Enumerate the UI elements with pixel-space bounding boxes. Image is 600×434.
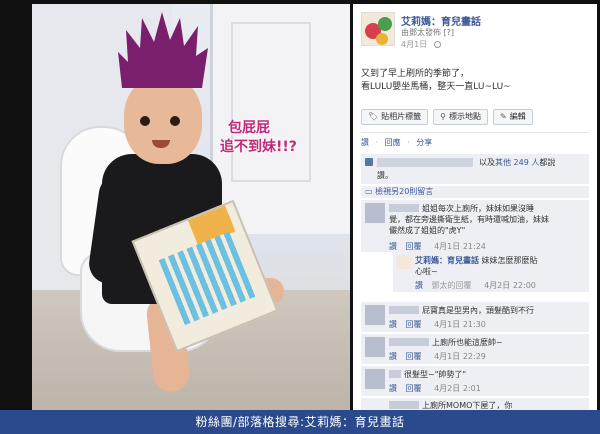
- comment-text: 上廁所也能這麼帥~: [389, 337, 585, 348]
- comment-text: 很髮型~"帥勢了": [389, 369, 585, 380]
- caption-line-2: 看LULU嬰坐馬桶，整天一直LU~LU~: [361, 82, 511, 92]
- comment-item: 上廁所也能這麼帥~ 讚 回覆 4月1日 22:29: [361, 334, 589, 364]
- share-link[interactable]: 分享: [416, 138, 432, 147]
- edit-button[interactable]: ✎ 編輯: [493, 109, 533, 125]
- add-location-label: 標示地點: [449, 112, 482, 121]
- commenter-name-blurred[interactable]: [389, 204, 419, 212]
- commenter-name-blurred[interactable]: [389, 401, 419, 409]
- speech-text: 包屁屁 追不到妹!!?: [220, 119, 297, 157]
- post-panel: 艾莉媽：育兒畫話 由鄧太發佈 [?] 4月1日 又到了早上刷所的季節了， 看LU…: [353, 4, 597, 410]
- likes-text: 以及其他 249 人都說: [479, 158, 556, 167]
- speech-line-1: 包屁屁: [228, 120, 270, 136]
- comment-link[interactable]: 回應: [385, 138, 401, 147]
- comment-reply-link[interactable]: 回覆: [406, 352, 422, 361]
- likes-summary: 以及其他 249 人都說 讚。: [361, 154, 589, 184]
- comment-item: 屁寶真是型男內，頭髮酷到不行 讚 回覆 4月1日 21:30: [361, 302, 589, 332]
- page-reply-avatar[interactable]: [397, 255, 411, 269]
- reply-time[interactable]: 4月2日 22:00: [484, 281, 536, 290]
- comment-text: 姐姐每次上廁所，妹妹如果沒睡 覺，都在旁邊撕衛生紙，有時還喊加油，妹妹 儼然成了…: [389, 204, 549, 235]
- commenter-avatar[interactable]: [365, 337, 385, 357]
- commenter-name-blurred[interactable]: [389, 370, 401, 378]
- child-eye-left: [140, 116, 150, 126]
- comment-text: 屁寶真是型男內，頭髮酷到不行: [389, 305, 585, 316]
- comment-item: 姐姐每次上廁所，妹妹如果沒睡 覺，都在旁邊撕衛生紙，有時還喊加油，妹妹 儼然成了…: [361, 200, 589, 252]
- add-location-button[interactable]: ⚲ 標示地點: [433, 109, 489, 125]
- view-more-comments-link[interactable]: ▭ 檢視另20則留言: [361, 186, 589, 198]
- child-hair: [118, 12, 208, 88]
- comment-item: 很髮型~"帥勢了" 讚 回覆 4月2日 2:01: [361, 366, 589, 396]
- commenter-avatar[interactable]: [365, 369, 385, 389]
- comment-meta: 讚 回覆 4月2日 2:01: [389, 383, 481, 394]
- comment-time[interactable]: 4月2日 2:01: [434, 384, 481, 393]
- photo-viewer: 包屁屁 追不到妹!!? 艾莉媽：育兒畫話 由鄧太發佈 [?] 4月1日 又到了早…: [0, 0, 600, 410]
- comment-meta: 讚 回覆 4月1日 21:30: [389, 319, 486, 330]
- reply-author-link[interactable]: 艾莉媽：育兒畫話: [415, 256, 479, 265]
- edit-label: 編輯: [509, 112, 526, 121]
- comment-meta: 讚 回覆 4月1日 21:24: [389, 241, 486, 252]
- comment-like-link[interactable]: 讚: [389, 384, 397, 393]
- speech-line-2: 追不到妹!!?: [220, 139, 297, 155]
- commenter-avatar[interactable]: [365, 203, 385, 223]
- comment-reply-link[interactable]: 回覆: [406, 242, 422, 251]
- page-avatar[interactable]: [361, 12, 395, 46]
- commenter-avatar[interactable]: [365, 305, 385, 325]
- caption-line-1: 又到了早上刷所的季節了，: [361, 69, 470, 79]
- liker-names-blurred: [377, 158, 473, 167]
- thumbs-up-icon: [365, 158, 373, 166]
- comment-like-link[interactable]: 讚: [389, 320, 397, 329]
- post-caption: 又到了早上刷所的季節了， 看LULU嬰坐馬桶，整天一直LU~LU~: [361, 68, 589, 94]
- comment-like-link[interactable]: 讚: [389, 352, 397, 361]
- likes-text-end: 讚。: [377, 171, 393, 180]
- reply-text: 艾莉媽：育兒畫話 妹妹怎麼那麼貼 心啦~: [415, 256, 538, 276]
- reply-meta: 讚 鄧太的回覆 4月2日 22:00: [415, 280, 536, 291]
- like-link[interactable]: 讚: [361, 138, 369, 147]
- commenter-name-blurred[interactable]: [389, 338, 429, 346]
- comment-time[interactable]: 4月1日 21:30: [434, 320, 486, 329]
- likes-others-link[interactable]: 其他: [495, 158, 511, 167]
- photo[interactable]: 包屁屁 追不到妹!!?: [32, 4, 350, 410]
- likes-count-link[interactable]: 249 人: [514, 158, 540, 167]
- tag-photo-label: 貼相片標籤: [381, 112, 422, 121]
- comment-meta: 讚 回覆 4月1日 22:29: [389, 351, 486, 362]
- commenter-name-blurred[interactable]: [389, 306, 419, 314]
- comment-like-link[interactable]: 讚: [389, 242, 397, 251]
- post-header: 艾莉媽：育兒畫話 由鄧太發佈 [?] 4月1日: [353, 4, 597, 56]
- post-date-text: 4月1日: [401, 40, 428, 49]
- comment-reply-link[interactable]: 回覆: [406, 384, 422, 393]
- divider: [361, 132, 589, 133]
- search-banner: 粉絲團/部落格搜尋:艾莉媽：育兒畫話: [0, 410, 600, 434]
- photo-actions: 🏷 貼相片標籤 ⚲ 標示地點 ✎ 編輯: [361, 109, 533, 127]
- reply-like-link[interactable]: 讚: [415, 281, 423, 290]
- tag-icon: 🏷: [368, 112, 379, 121]
- pencil-icon: ✎: [500, 112, 507, 121]
- page-name-link[interactable]: 艾莉媽：育兒畫話: [401, 13, 481, 28]
- reply-by-text: 鄧太的回覆: [431, 281, 472, 290]
- comment-text: 上廁所MOMO下屋了，你: [389, 400, 585, 410]
- comment-reply-link[interactable]: 回覆: [406, 320, 422, 329]
- reply-item: 艾莉媽：育兒畫話 妹妹怎麼那麼貼 心啦~ 讚 鄧太的回覆 4月2日 22:00: [393, 252, 589, 292]
- globe-icon: [433, 41, 441, 48]
- location-pin-icon: ⚲: [440, 112, 447, 121]
- comment-bubble-icon: ▭: [365, 187, 373, 196]
- posted-by: 由鄧太發佈 [?]: [401, 28, 455, 37]
- child-eye-right: [170, 116, 180, 126]
- post-links: 讚 · 回應 · 分享: [361, 138, 433, 147]
- tag-photo-button[interactable]: 🏷 貼相片標籤: [361, 109, 429, 125]
- comment-item-partial: 上廁所MOMO下屋了，你: [361, 398, 589, 410]
- comment-time[interactable]: 4月1日 21:24: [434, 242, 486, 251]
- comment-time[interactable]: 4月1日 22:29: [434, 352, 486, 361]
- post-date[interactable]: 4月1日: [401, 39, 441, 50]
